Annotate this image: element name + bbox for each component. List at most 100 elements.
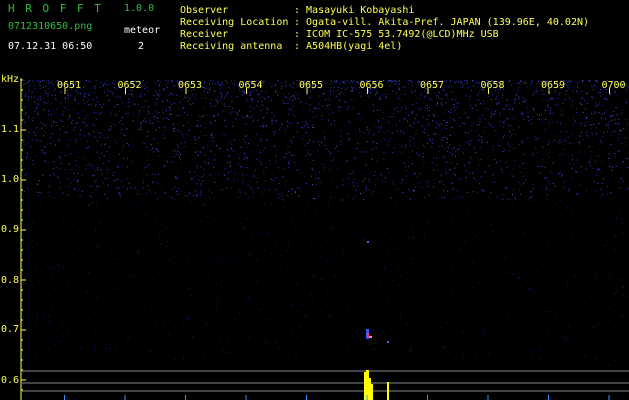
noise-dot [487, 197, 489, 198]
noise-dot [454, 198, 456, 200]
noise-dot [614, 359, 616, 361]
meteor-echo [367, 241, 369, 243]
noise-dot [541, 113, 542, 115]
noise-dot [612, 114, 613, 116]
noise-dot [522, 176, 524, 178]
noise-dot [195, 190, 197, 192]
noise-dot [537, 133, 539, 135]
noise-dot [234, 80, 236, 82]
noise-dot [51, 94, 53, 96]
noise-dot [375, 94, 376, 96]
noise-dot [312, 151, 314, 153]
noise-dot [348, 177, 350, 179]
noise-dot [321, 264, 323, 266]
noise-dot [172, 150, 174, 152]
noise-dot [112, 91, 114, 93]
noise-dot [130, 214, 132, 216]
noise-dot [412, 263, 414, 265]
noise-dot [443, 120, 445, 121]
noise-dot [561, 92, 563, 94]
noise-dot [168, 333, 170, 335]
noise-dot [514, 160, 516, 162]
noise-dot [299, 172, 301, 173]
noise-dot [531, 195, 533, 197]
noise-dot [148, 189, 150, 191]
noise-dot [371, 192, 372, 194]
noise-dot [407, 83, 409, 85]
noise-dot [71, 168, 73, 170]
noise-dot [185, 97, 187, 99]
noise-dot [607, 122, 609, 124]
noise-dot [232, 107, 234, 109]
noise-dot [84, 157, 86, 159]
noise-dot [187, 258, 189, 260]
noise-dot [77, 189, 79, 191]
noise-dot [384, 139, 386, 141]
noise-dot [41, 270, 42, 272]
noise-dot [414, 145, 416, 147]
noise-dot [84, 135, 86, 137]
noise-dot [464, 241, 465, 243]
noise-dot [45, 86, 47, 87]
noise-dot [204, 146, 206, 148]
noise-dot [577, 193, 579, 194]
noise-dot [139, 110, 140, 111]
noise-dot [417, 182, 419, 184]
noise-dot [275, 119, 277, 121]
noise-dot [288, 102, 290, 104]
noise-dot [407, 340, 409, 342]
noise-dot [312, 124, 314, 126]
noise-dot [47, 80, 49, 82]
noise-dot [295, 207, 297, 209]
noise-dot [494, 130, 496, 132]
noise-dot [612, 209, 614, 211]
noise-dot [34, 101, 36, 103]
noise-dot [455, 81, 457, 83]
noise-dot [328, 113, 330, 115]
noise-dot [400, 152, 402, 154]
noise-dot [180, 162, 182, 163]
noise-dot [312, 117, 314, 119]
noise-dot [509, 80, 511, 82]
x-tick-label: 0656 [359, 80, 384, 91]
noise-dot [70, 258, 71, 260]
noise-dot [488, 122, 490, 124]
noise-dot [509, 136, 511, 138]
noise-dot [262, 125, 264, 127]
noise-dot [548, 157, 550, 159]
noise-dot [373, 110, 374, 112]
noise-dot [156, 94, 158, 96]
noise-dot [314, 213, 316, 215]
noise-dot [100, 87, 101, 88]
noise-dot [107, 184, 109, 186]
noise-dot [480, 159, 482, 161]
noise-dot [413, 190, 414, 192]
noise-dot [513, 188, 515, 190]
noise-dot [231, 82, 233, 84]
noise-dot [229, 261, 231, 263]
noise-dot [240, 146, 242, 148]
noise-dot [64, 154, 66, 156]
noise-dot [273, 133, 275, 135]
noise-dot [424, 236, 426, 238]
noise-dot [519, 165, 521, 167]
noise-dot [464, 80, 466, 82]
noise-dot [418, 140, 420, 142]
noise-dot [233, 149, 235, 151]
noise-dot [424, 95, 426, 97]
noise-dot [312, 275, 314, 277]
noise-dot [222, 85, 223, 86]
noise-dot [44, 161, 45, 162]
noise-dot [232, 178, 234, 180]
noise-dot [67, 95, 69, 97]
noise-dot [312, 127, 314, 129]
noise-dot [44, 90, 46, 92]
noise-dot [204, 135, 206, 136]
noise-dot [209, 121, 211, 123]
noise-dot [438, 91, 440, 93]
noise-dot [590, 155, 592, 157]
noise-dot [148, 106, 150, 108]
noise-dot [469, 156, 471, 158]
noise-dot [149, 122, 151, 124]
noise-dot [622, 161, 624, 162]
